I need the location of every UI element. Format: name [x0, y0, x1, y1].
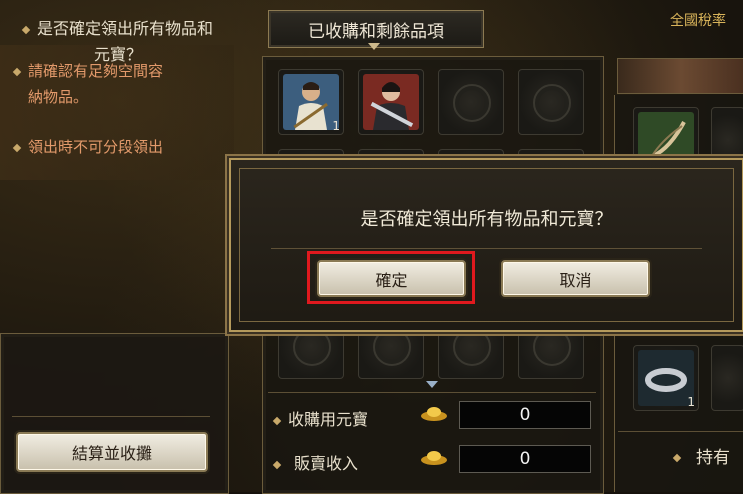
bullet-icon	[672, 453, 682, 463]
ring-item-icon	[638, 350, 694, 406]
item-slot-empty[interactable]	[438, 69, 504, 135]
hold-label: 持有	[672, 443, 730, 468]
confirm-highlight-box	[307, 251, 475, 304]
divider	[618, 431, 743, 432]
item-slot-character[interactable]: 1	[278, 69, 344, 135]
bullet-icon	[21, 25, 31, 34]
bullet-icon	[12, 67, 22, 76]
divider	[268, 392, 596, 393]
sales-income-label: 販賣收入	[272, 450, 358, 474]
divider	[271, 248, 702, 249]
bullet-icon	[12, 143, 22, 152]
item-qty: 1	[332, 119, 340, 133]
item-qty: 1	[687, 395, 695, 409]
tab-label: 已收購和剩餘品項	[308, 21, 444, 42]
note-space-cont: 納物品。	[28, 88, 89, 106]
gold-ingot-icon	[421, 407, 447, 421]
monk-portrait-icon	[283, 74, 339, 130]
divider	[12, 416, 210, 417]
swordsman-portrait-icon	[363, 74, 419, 130]
item-slot-equipment[interactable]: 1	[633, 345, 699, 411]
dialog-message: 是否確定領出所有物品和元寶？	[360, 209, 613, 230]
settle-question: 是否確定領出所有物品和元寶？	[18, 16, 218, 68]
national-tax-link[interactable]: 全國稅率	[670, 10, 726, 30]
cancel-button[interactable]: 取消	[501, 260, 650, 297]
item-slot-empty[interactable]	[518, 69, 584, 135]
note-no-partial: 領出時不可分段領出	[12, 134, 163, 160]
sales-income-field[interactable]: 0	[459, 445, 591, 473]
scroll-down-icon[interactable]	[426, 381, 438, 388]
gold-ingot-icon	[421, 451, 447, 465]
purchase-ingot-label: 收購用元寶	[272, 406, 368, 430]
purchase-ingot-field[interactable]: 0	[459, 401, 591, 429]
bullet-icon	[272, 416, 282, 425]
tab-indicator-icon	[368, 43, 380, 50]
confirm-dialog: 是否確定領出所有物品和元寶？ 確定 取消	[229, 158, 743, 332]
item-slot-character[interactable]	[358, 69, 424, 135]
right-header-strip	[617, 58, 743, 94]
bullet-icon	[272, 460, 282, 469]
item-slot-partial[interactable]	[711, 345, 743, 411]
settle-close-stall-button[interactable]: 結算並收攤	[16, 432, 208, 472]
